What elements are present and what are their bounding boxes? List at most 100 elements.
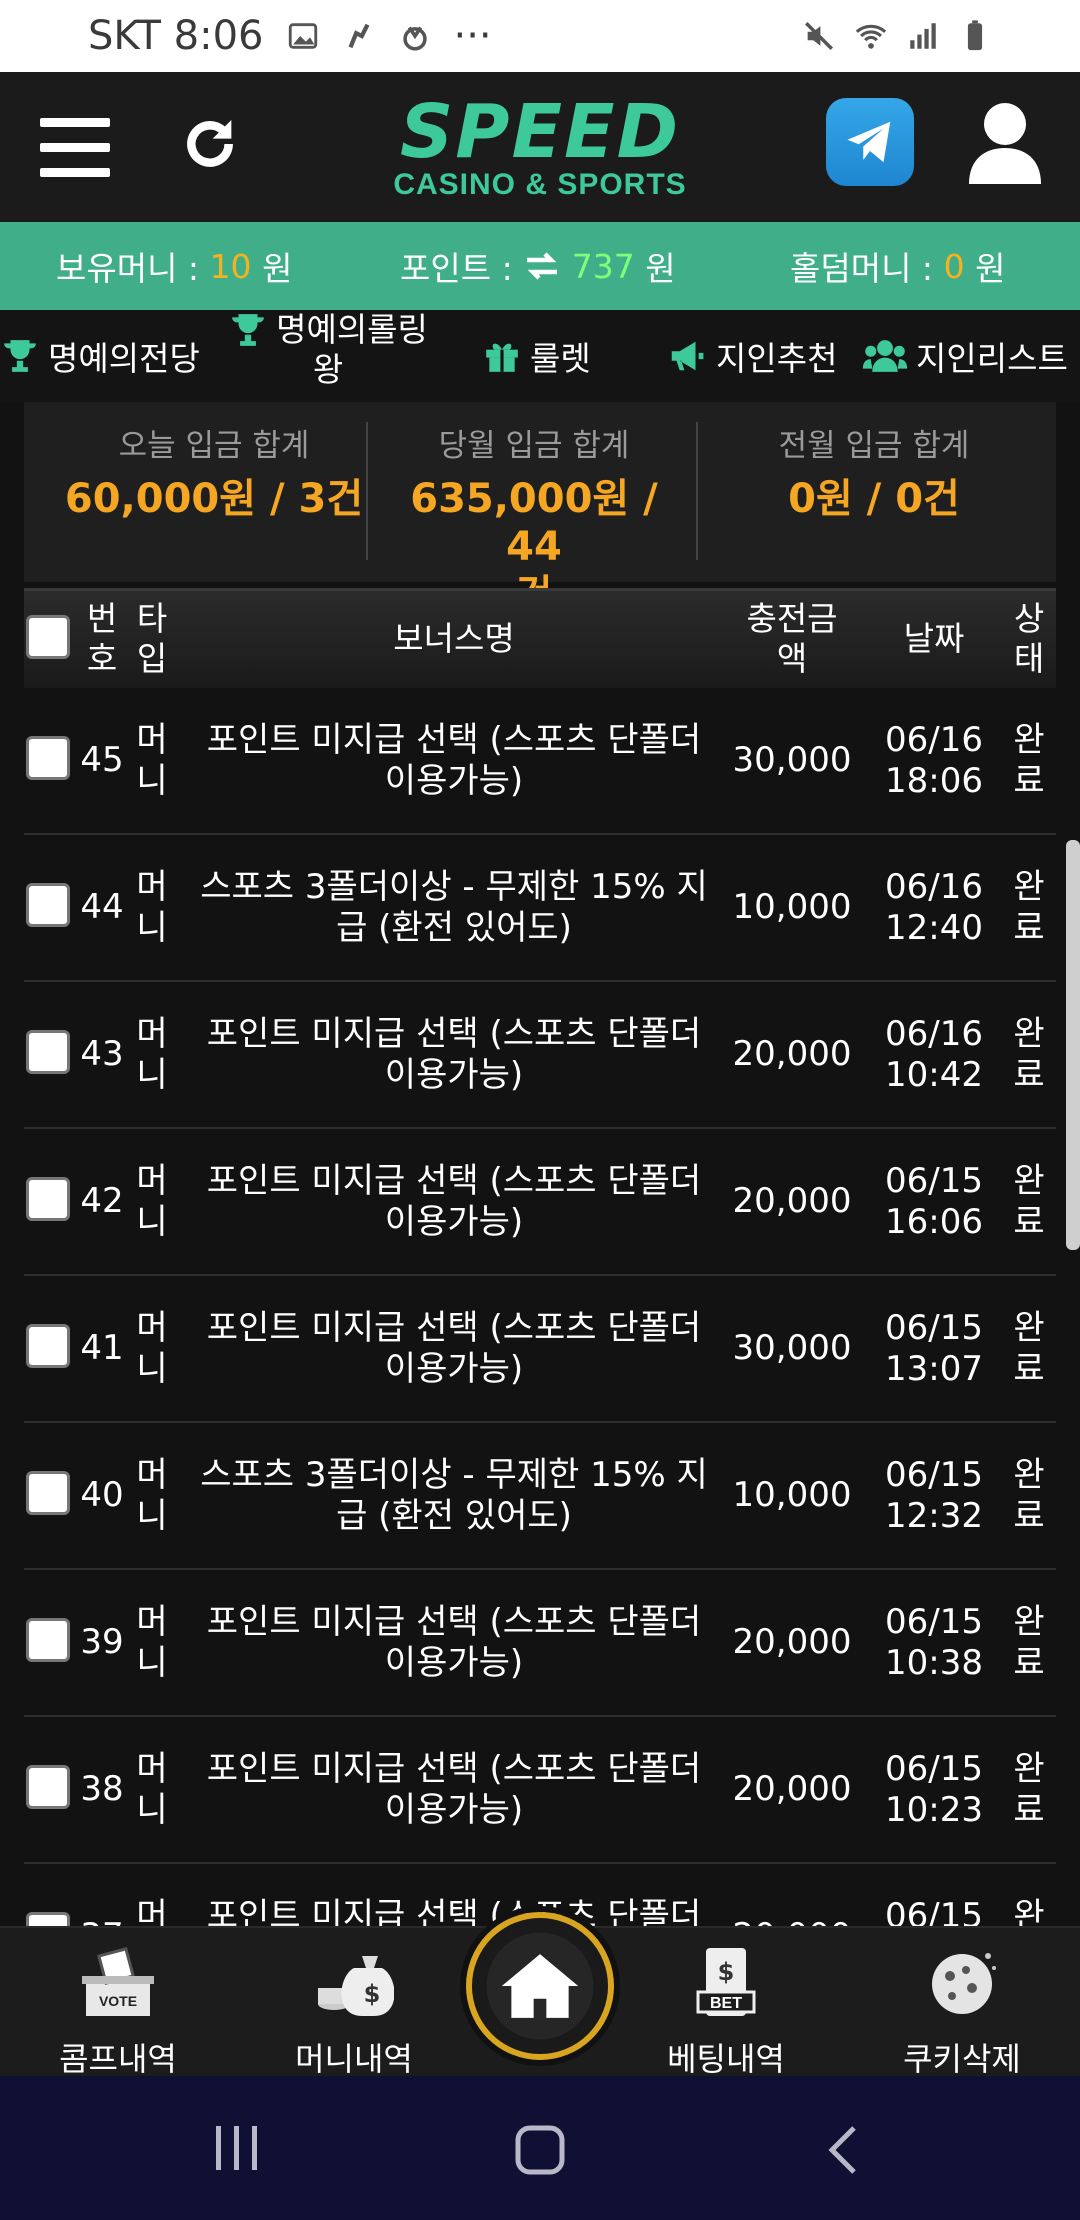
nav-delete-cookies[interactable]: 쿠키삭제: [872, 1944, 1052, 2080]
svg-text:VOTE: VOTE: [99, 1993, 137, 2009]
row-type: 머니: [136, 720, 168, 801]
row-status: 완료: [1013, 1455, 1045, 1536]
menu-hall-of-fame-label: 명예의전당: [48, 339, 200, 378]
row-status: 완료: [1013, 1308, 1045, 1389]
balance-bar: 보유머니 : 10 원 포인트 : 737 원 홀덤머니 : 0 원: [0, 222, 1080, 310]
nav-money-label: 머니내역: [295, 2040, 413, 2078]
row-number: 42: [80, 1181, 124, 1221]
point-value: 737: [571, 246, 635, 286]
row-status: 완료: [1013, 720, 1045, 801]
holdem-money: 홀덤머니 : 0 원: [790, 242, 1005, 290]
cookie-icon: [932, 1953, 996, 2014]
row-number: 40: [80, 1475, 124, 1515]
refresh-icon[interactable]: [178, 112, 242, 176]
money-bag-icon: $: [318, 1956, 395, 2016]
row-checkbox[interactable]: [26, 883, 70, 927]
row-type: 머니: [136, 1014, 168, 1095]
row-checkbox[interactable]: [26, 1324, 70, 1368]
menu-roulette[interactable]: 룰렛: [482, 332, 591, 380]
logo-main-text: SPEED: [399, 89, 681, 175]
row-amount: 20,000: [732, 1769, 852, 1809]
menu-hall-of-fame[interactable]: 명예의전당: [0, 332, 200, 380]
nav-betting-history[interactable]: $ BET 베팅내역: [636, 1944, 816, 2080]
svg-text:BET: BET: [710, 1995, 742, 2012]
battery-icon: [967, 20, 983, 51]
row-checkbox[interactable]: [26, 736, 70, 780]
row-bonus-name: 포인트 미지급 선택 (스포츠 단폴더이용가능): [206, 1308, 702, 1389]
row-checkbox[interactable]: [26, 1177, 70, 1221]
table-row: 42 머 니 포인트 미지급 선택 (스포츠 단폴더 이용가능) 20,000 06/15 1…: [24, 1129, 1056, 1276]
point-balance[interactable]: 포인트 : 737 원: [400, 242, 676, 290]
menu-referral[interactable]: 지인추천: [664, 332, 837, 380]
table-row: 43 머 니 포인트 미지급 선택 (스포츠 단폴더 이용가능) 20,000 06/16 1…: [24, 982, 1056, 1129]
table-row: 44 머 니 스포츠 3폴더이상 - 무제한 15% 지급 (환전 있어도) 10,00…: [24, 835, 1056, 982]
row-checkbox[interactable]: [26, 1765, 70, 1809]
nav-money-history[interactable]: $ 머니내역: [264, 1944, 444, 2080]
wifi-icon: [855, 24, 887, 49]
row-status: 완료: [1013, 1014, 1045, 1095]
scrollbar[interactable]: [1066, 840, 1080, 1250]
row-date: 06/16 10:42: [885, 1014, 983, 1095]
holdem-money-unit: 원: [975, 249, 1006, 288]
header-status: 상태: [1013, 599, 1045, 678]
row-type: 머니: [136, 1455, 168, 1536]
nav-comp-label: 콤프내역: [59, 2040, 177, 2078]
row-number: 43: [80, 1034, 124, 1074]
logo-sub-text: CASINO & SPORTS: [393, 168, 687, 201]
back-icon[interactable]: [822, 2124, 862, 2176]
row-amount: 20,000: [732, 1622, 852, 1662]
month-deposit-value-line1: 635,000원 / 44: [410, 476, 658, 570]
month-deposit-label: 당월 입금 합계: [438, 428, 630, 464]
row-date: 06/16 12:40: [885, 867, 983, 948]
user-icon[interactable]: [968, 100, 1042, 184]
holding-money-label: 보유머니 :: [56, 249, 200, 288]
row-date: 06/15 10:23: [885, 1749, 983, 1830]
point-unit: 원: [645, 249, 676, 288]
table-row: 39 머 니 포인트 미지급 선택 (스포츠 단폴더 이용가능) 20,000 06/15 1…: [24, 1570, 1056, 1717]
row-checkbox[interactable]: [26, 1471, 70, 1515]
megaphone-icon: [671, 341, 704, 371]
select-all-checkbox[interactable]: [26, 615, 70, 659]
row-type: 머니: [136, 1161, 168, 1242]
row-amount: 30,000: [732, 740, 852, 780]
menu-roulette-label: 룰렛: [530, 339, 591, 378]
telegram-button[interactable]: [826, 98, 914, 186]
deposit-summary: 오늘 입금 합계 60,000원 / 3건 당월 입금 합계 635,000원 …: [24, 402, 1056, 618]
header-no: 번호: [86, 599, 118, 678]
today-deposit-label: 오늘 입금 합계: [118, 428, 310, 464]
table-row: 45 머 니 포인트 미지급 선택 (스포츠 단폴더 이용가능) 30,000 06/16 1…: [24, 688, 1056, 835]
app-notification-icon: [402, 26, 427, 51]
divider: [366, 422, 368, 560]
system-home-icon[interactable]: [514, 2124, 566, 2176]
recent-apps-icon[interactable]: [212, 2122, 262, 2174]
carrier-time: SKT 8:06: [88, 13, 264, 59]
nav-comp-history[interactable]: VOTE 콤프내역: [28, 1944, 208, 2080]
home-icon: [501, 1954, 579, 2018]
signal-icon: [910, 23, 936, 49]
table-row: 40 머 니 스포츠 3폴더이상 - 무제한 15% 지급 (환전 있어도) 10,00…: [24, 1423, 1056, 1570]
row-amount: 10,000: [732, 1475, 852, 1515]
menu-friend-list[interactable]: 지인리스트: [862, 332, 1068, 380]
svg-text:$: $: [718, 1958, 735, 1986]
row-checkbox[interactable]: [26, 1618, 70, 1662]
row-bonus-name: 포인트 미지급 선택 (스포츠 단폴더이용가능): [206, 1014, 702, 1095]
row-bonus-name: 포인트 미지급 선택 (스포츠 단폴더이용가능): [206, 1749, 702, 1830]
row-checkbox[interactable]: [26, 1030, 70, 1074]
telegram-icon: [847, 121, 891, 163]
site-logo[interactable]: SPEED CASINO & SPORTS: [375, 89, 705, 206]
table-row: 38 머 니 포인트 미지급 선택 (스포츠 단폴더 이용가능) 20,000 06/15 1…: [24, 1717, 1056, 1864]
prev-month-deposit: 전월 입금 합계 0원 / 0건: [714, 420, 1034, 523]
menu-icon[interactable]: [40, 118, 110, 178]
app-header: SPEED CASINO & SPORTS: [0, 72, 1080, 222]
menu-rolling-king-label-2: 왕: [312, 350, 344, 389]
status-bar: SKT 8:06 ···: [0, 0, 1080, 72]
trophy-icon: [4, 340, 36, 372]
row-bonus-name: 포인트 미지급 선택 (스포츠 단폴더이용가능): [206, 1602, 702, 1683]
row-type: 머니: [136, 867, 168, 948]
header-date: 날짜: [903, 619, 965, 658]
header-bonus-name: 보너스명: [393, 619, 515, 658]
menu-rolling-king[interactable]: 명예의롤링 왕: [218, 310, 438, 390]
prev-month-deposit-value: 0원 / 0건: [788, 476, 960, 522]
home-button[interactable]: [466, 1912, 614, 2060]
row-type: 머니: [136, 1602, 168, 1683]
